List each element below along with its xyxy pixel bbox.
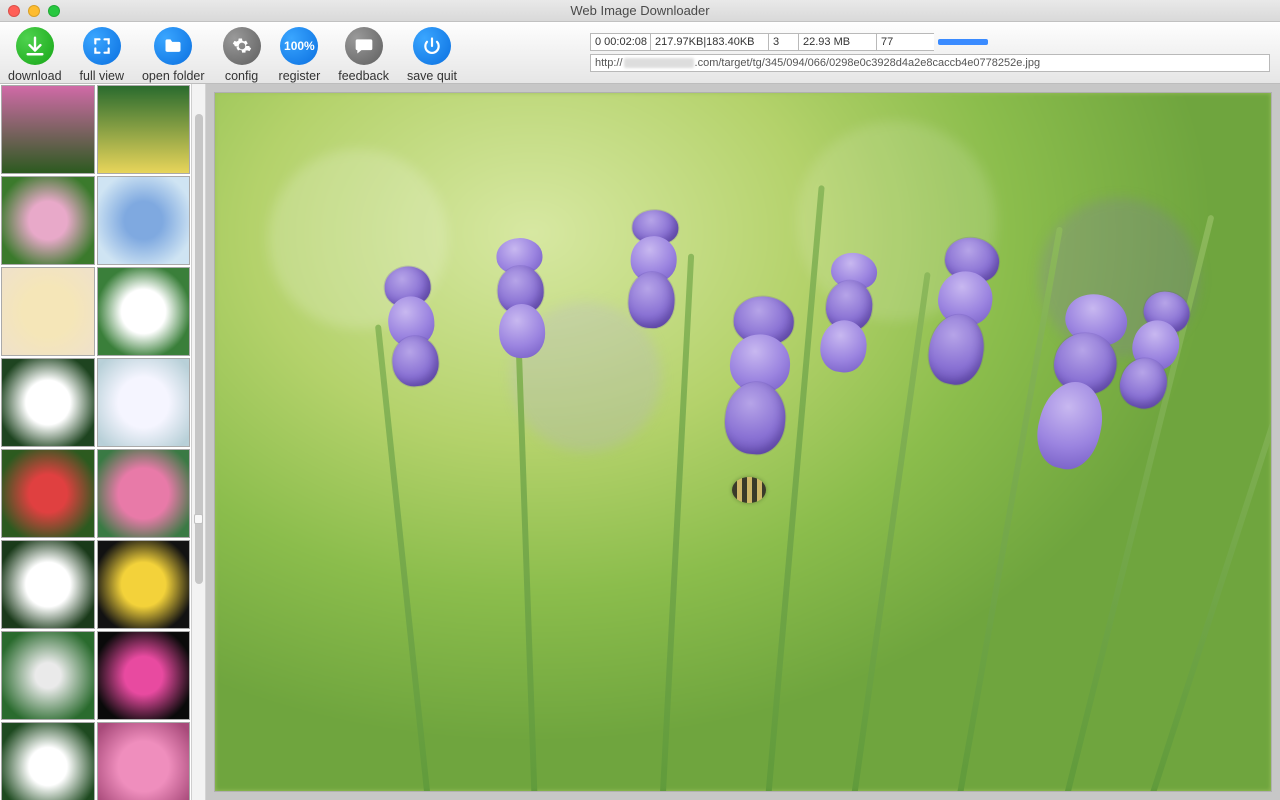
url-suffix: .com/target/tg/345/094/066/0298e0c3928d4… xyxy=(695,57,1041,69)
thumbnail-image xyxy=(98,632,190,719)
thumbnail-panel xyxy=(0,84,192,800)
thumbnail-image xyxy=(2,268,94,355)
thumbnail-image xyxy=(2,723,94,800)
thumbnail-image xyxy=(98,359,190,446)
download-button[interactable]: download xyxy=(8,23,62,83)
savequit-button[interactable]: save quit xyxy=(407,23,457,83)
config-label: config xyxy=(225,69,258,83)
thumb-06[interactable] xyxy=(97,267,191,356)
thumbnail-image xyxy=(98,268,190,355)
splitter-grip[interactable] xyxy=(194,514,203,524)
register-button[interactable]: 100% register xyxy=(279,23,321,83)
thumb-08[interactable] xyxy=(97,358,191,447)
openfolder-label: open folder xyxy=(142,69,205,83)
config-button[interactable]: config xyxy=(223,23,261,83)
thumbnail-image xyxy=(2,541,94,628)
url-row: http:// .com/target/tg/345/094/066/0298e0… xyxy=(590,54,1270,72)
fullview-icon xyxy=(83,27,121,65)
progress-slot xyxy=(934,33,1270,51)
thumbnail-image xyxy=(98,723,190,800)
thumb-09[interactable] xyxy=(1,449,95,538)
register-badge-icon: 100% xyxy=(280,27,318,65)
thumbnail-image xyxy=(2,359,94,446)
preview-image[interactable] xyxy=(214,92,1272,792)
titlebar: Web Image Downloader xyxy=(0,0,1280,22)
thumbnail-image xyxy=(98,450,190,537)
thumbnail-grid xyxy=(0,84,191,800)
status-active: 3 xyxy=(768,33,798,51)
folder-icon xyxy=(154,27,192,65)
speech-icon xyxy=(345,27,383,65)
thumbnail-image xyxy=(98,86,190,173)
preview-pane xyxy=(206,84,1280,800)
thumb-07[interactable] xyxy=(1,358,95,447)
thumbnail-image xyxy=(2,632,94,719)
thumb-16[interactable] xyxy=(97,722,191,800)
status-elapsed: 0 00:02:08 xyxy=(590,33,650,51)
savequit-label: save quit xyxy=(407,69,457,83)
thumbnail-image xyxy=(2,177,94,264)
current-url: http:// .com/target/tg/345/094/066/0298e0… xyxy=(590,54,1270,72)
thumbnail-image xyxy=(98,541,190,628)
thumbnail-image xyxy=(2,450,94,537)
window-title: Web Image Downloader xyxy=(0,3,1280,18)
status-row: 0 00:02:08 217.97KB|183.40KB 3 22.93 MB … xyxy=(590,33,1270,51)
status-count: 77 xyxy=(876,33,934,51)
download-label: download xyxy=(8,69,62,83)
thumb-12[interactable] xyxy=(97,540,191,629)
thumb-10[interactable] xyxy=(97,449,191,538)
toolbar: download full view open folder config 10… xyxy=(0,22,1280,84)
download-icon xyxy=(16,27,54,65)
status-total: 22.93 MB xyxy=(798,33,876,51)
status-area: 0 00:02:08 217.97KB|183.40KB 3 22.93 MB … xyxy=(590,29,1280,76)
fullview-button[interactable]: full view xyxy=(80,23,124,83)
url-redacted xyxy=(624,58,694,68)
thumb-01[interactable] xyxy=(1,85,95,174)
feedback-button[interactable]: feedback xyxy=(338,23,389,83)
thumbnail-image xyxy=(2,86,94,173)
openfolder-button[interactable]: open folder xyxy=(142,23,205,83)
thumbnail-image xyxy=(98,177,190,264)
url-prefix: http:// xyxy=(595,57,623,69)
thumb-14[interactable] xyxy=(97,631,191,720)
thumb-11[interactable] xyxy=(1,540,95,629)
register-label: register xyxy=(279,69,321,83)
thumb-13[interactable] xyxy=(1,631,95,720)
thumb-02[interactable] xyxy=(97,85,191,174)
thumb-15[interactable] xyxy=(1,722,95,800)
power-icon xyxy=(413,27,451,65)
thumb-03[interactable] xyxy=(1,176,95,265)
progress-bar xyxy=(938,39,988,45)
thumb-04[interactable] xyxy=(97,176,191,265)
gear-icon xyxy=(223,27,261,65)
feedback-label: feedback xyxy=(338,69,389,83)
fullview-label: full view xyxy=(80,69,124,83)
status-size: 217.97KB|183.40KB xyxy=(650,33,768,51)
thumbnail-scrollbar[interactable] xyxy=(192,84,206,800)
content xyxy=(0,84,1280,800)
thumb-05[interactable] xyxy=(1,267,95,356)
